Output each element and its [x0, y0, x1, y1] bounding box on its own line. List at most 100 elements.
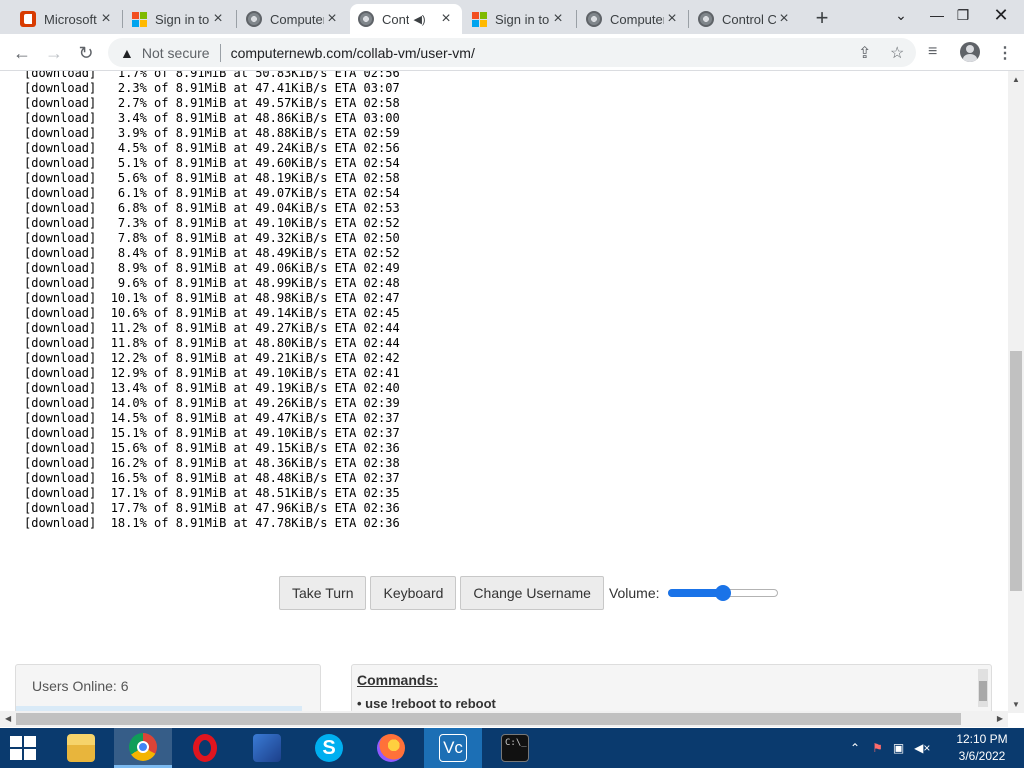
volume-label: Volume:	[608, 585, 660, 601]
remote-desktop-logo	[253, 734, 281, 762]
scroll-up-icon[interactable]: ▲	[1012, 75, 1020, 84]
commands-scrollbar[interactable]	[978, 669, 988, 707]
office-icon	[20, 11, 36, 27]
vertical-scrollbar[interactable]: ▲ ▼	[1008, 71, 1024, 713]
tab-separator	[122, 10, 123, 28]
menu-icon[interactable]: ⋮	[997, 43, 1013, 63]
speaker-icon[interactable]: ◀)	[413, 13, 425, 26]
users-panel: Users Online: 6	[15, 664, 321, 713]
vm-icon	[698, 11, 714, 27]
change-username-button[interactable]: Change Username	[460, 576, 604, 610]
skype-icon[interactable]: S	[300, 728, 358, 768]
clock-time: 12:10 PM	[956, 732, 1008, 746]
close-icon[interactable]: ×	[550, 11, 566, 27]
terminal-line: [download] 13.4% of 8.91MiB at 49.19KiB/…	[24, 381, 400, 395]
vm-controls: Take Turn Keyboard Change Username Volum…	[279, 576, 778, 610]
volume-thumb[interactable]	[714, 585, 731, 601]
terminal-line: [download] 8.4% of 8.91MiB at 48.49KiB/s…	[24, 246, 400, 260]
close-icon[interactable]: ×	[776, 11, 792, 27]
take-turn-button[interactable]: Take Turn	[279, 576, 367, 610]
back-button[interactable]: ←	[9, 40, 35, 66]
address-bar[interactable]: ▲ Not secure computernewb.com/collab-vm/…	[108, 38, 916, 67]
command-prompt-icon[interactable]: C:\_	[486, 728, 544, 768]
address-separator	[219, 43, 221, 62]
volume-muted-icon[interactable]: ◀×	[914, 741, 930, 755]
star-icon[interactable]: ☆	[890, 43, 904, 63]
windows-start-icon[interactable]	[10, 736, 36, 760]
remote-desktop-icon[interactable]	[238, 728, 296, 768]
system-clock[interactable]: 12:10 PM 3/6/2022	[950, 731, 1014, 765]
cmd-logo: C:\_	[501, 734, 529, 762]
tray-expand-icon[interactable]: ⌃	[850, 741, 860, 755]
restore-button[interactable]: ❐	[946, 0, 980, 30]
volume-slider[interactable]	[667, 585, 778, 601]
scroll-thumb[interactable]	[1010, 351, 1022, 591]
flag-icon[interactable]: ⚑	[872, 741, 883, 755]
close-icon[interactable]: ×	[324, 11, 340, 27]
profile-avatar[interactable]	[960, 42, 980, 62]
tab-control[interactable]: Control C ×	[690, 4, 800, 34]
scroll-right-icon[interactable]: ▶	[997, 714, 1003, 723]
vm-icon	[586, 11, 602, 27]
tab-microsoft[interactable]: Microsoft ×	[12, 4, 122, 34]
opera-icon[interactable]	[176, 728, 234, 768]
warning-icon[interactable]: ▲	[120, 45, 134, 61]
new-tab-button[interactable]: +	[810, 5, 834, 30]
tab-computer[interactable]: Computer ×	[238, 4, 348, 34]
tab-title: Sign in to	[495, 11, 550, 27]
keyboard-button[interactable]: Keyboard	[370, 576, 457, 610]
horizontal-scrollbar[interactable]: ◀ ▶	[0, 711, 1008, 727]
scroll-left-icon[interactable]: ◀	[5, 714, 11, 723]
tab-computer[interactable]: Computer ×	[578, 4, 688, 34]
terminal-line: [download] 15.1% of 8.91MiB at 49.10KiB/…	[24, 426, 400, 440]
tab-sign-in[interactable]: Sign in to ×	[124, 4, 234, 34]
vm-icon	[358, 11, 374, 27]
terminal-line: [download] 11.8% of 8.91MiB at 48.80KiB/…	[24, 336, 400, 350]
tab-active[interactable]: Cont ◀) ×	[350, 4, 462, 34]
terminal-line: [download] 5.1% of 8.91MiB at 49.60KiB/s…	[24, 156, 400, 170]
command-item: • use !reboot to reboot	[357, 696, 496, 711]
terminal-line: [download] 16.2% of 8.91MiB at 48.36KiB/…	[24, 456, 400, 470]
commands-panel: Commands: • use !reboot to reboot	[351, 664, 992, 713]
url-text[interactable]: computernewb.com/collab-vm/user-vm/	[231, 45, 475, 61]
firefox-icon[interactable]	[362, 728, 420, 768]
terminal-line: [download] 14.5% of 8.91MiB at 49.47KiB/…	[24, 411, 400, 425]
tab-sign-in[interactable]: Sign in to ×	[464, 4, 574, 34]
tab-title: Computer	[270, 11, 324, 27]
window-close-button[interactable]: ✕	[984, 0, 1018, 30]
browser-toolbar: ← → ↻ ▲ Not secure computernewb.com/coll…	[0, 34, 1024, 71]
terminal-line: [download] 12.2% of 8.91MiB at 49.21KiB/…	[24, 351, 400, 365]
tab-strip: Microsoft × Sign in to × Computer × Cont…	[0, 0, 1024, 34]
forward-button[interactable]: →	[41, 40, 67, 66]
terminal-line: [download] 7.3% of 8.91MiB at 49.10KiB/s…	[24, 216, 400, 230]
terminal-line: [download] 6.8% of 8.91MiB at 49.04KiB/s…	[24, 201, 400, 215]
microsoft-icon	[132, 11, 147, 27]
terminal-line: [download] 11.2% of 8.91MiB at 49.27KiB/…	[24, 321, 400, 335]
terminal-line: [download] 10.1% of 8.91MiB at 48.98KiB/…	[24, 291, 400, 305]
network-icon[interactable]: ▣	[893, 741, 904, 755]
tab-title: Control C	[722, 11, 776, 27]
file-explorer-icon[interactable]	[52, 728, 110, 768]
security-label[interactable]: Not secure	[142, 45, 210, 61]
tab-title: Sign in to	[155, 11, 210, 27]
terminal-line: [download] 2.3% of 8.91MiB at 47.41KiB/s…	[24, 81, 400, 95]
vmware-icon[interactable]: Vc	[424, 728, 482, 768]
terminal-line: [download] 12.9% of 8.91MiB at 49.10KiB/…	[24, 366, 400, 380]
close-icon[interactable]: ×	[210, 11, 226, 27]
vm-screen-terminal[interactable]: [download] 1.7% of 8.91MiB at 50.83KiB/s…	[24, 71, 400, 531]
close-icon[interactable]: ×	[664, 11, 680, 27]
scroll-thumb[interactable]	[16, 713, 961, 725]
close-icon[interactable]: ×	[98, 11, 114, 27]
share-icon[interactable]: ⇪	[858, 43, 871, 63]
reload-button[interactable]: ↻	[73, 40, 99, 66]
media-queue-icon[interactable]: ≡	[928, 43, 937, 61]
terminal-line: [download] 7.8% of 8.91MiB at 49.32KiB/s…	[24, 231, 400, 245]
tab-separator	[236, 10, 237, 28]
tab-search-icon[interactable]: ⌄	[884, 0, 918, 30]
windows-taskbar: S Vc C:\_ ⌃ ⚑ ▣ ◀× 12:10 PM 3/6/2022	[0, 728, 1024, 768]
chrome-icon[interactable]	[114, 728, 172, 768]
terminal-line: [download] 3.4% of 8.91MiB at 48.86KiB/s…	[24, 111, 400, 125]
terminal-line: [download] 6.1% of 8.91MiB at 49.07KiB/s…	[24, 186, 400, 200]
close-icon[interactable]: ×	[438, 11, 454, 27]
scroll-down-icon[interactable]: ▼	[1012, 700, 1020, 709]
